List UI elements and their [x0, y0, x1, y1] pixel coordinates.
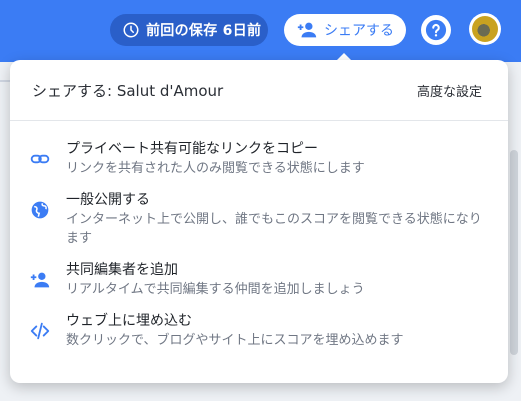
share-option-desc: リンクを共有された人のみ閲覧できる状態にします [66, 161, 365, 176]
share-option-title: 一般公開する [66, 192, 150, 208]
share-option-add-collaborator[interactable]: 共同編集者を追加 リアルタイムで共同編集する仲間を追加しましょう [10, 254, 508, 305]
share-menu: シェアする: Salut d'Amour 高度な設定 プライベート共有可能なリン… [10, 60, 508, 383]
share-option-embed[interactable]: ウェブ上に埋め込む 数クリックで、ブログやサイト上にスコアを埋め込めます [10, 305, 508, 356]
add-person-icon [297, 22, 317, 38]
share-option-public[interactable]: 一般公開する インターネット上で公開し、誰でもこのスコアを閲覧できる状態になりま… [10, 184, 508, 254]
user-avatar[interactable] [469, 13, 501, 45]
share-option-copy-link[interactable]: プライベート共有可能なリンクをコピー リンクを共有された人のみ閲覧できる状態にし… [10, 133, 508, 184]
share-option-title: プライベート共有可能なリンクをコピー [66, 141, 318, 157]
share-button[interactable]: シェアする [284, 14, 406, 46]
link-icon [28, 147, 52, 171]
globe-icon [28, 198, 52, 222]
share-menu-title: シェアする: Salut d'Amour [32, 81, 224, 100]
share-option-desc: インターネット上で公開し、誰でもこのスコアを閲覧できる状態になります [66, 212, 482, 246]
share-menu-header: シェアする: Salut d'Amour 高度な設定 [10, 60, 508, 121]
code-icon [28, 319, 52, 343]
save-status-badge[interactable]: 前回の保存 6日前 [110, 14, 268, 46]
save-status-text: 前回の保存 6日前 [146, 23, 262, 39]
background-divider [0, 80, 10, 82]
avatar-image [472, 16, 498, 42]
background-scrollbar[interactable] [510, 150, 518, 355]
add-person-icon [28, 268, 52, 292]
share-option-desc: 数クリックで、ブログやサイト上にスコアを埋め込めます [66, 333, 404, 348]
share-option-title: ウェブ上に埋め込む [66, 313, 192, 329]
help-icon [425, 19, 447, 41]
top-bar: 前回の保存 6日前 シェアする [0, 0, 521, 62]
advanced-settings-link[interactable]: 高度な設定 [417, 81, 482, 100]
clock-icon [123, 22, 139, 38]
share-option-title: 共同編集者を追加 [66, 262, 178, 278]
help-button[interactable] [421, 15, 451, 45]
share-option-desc: リアルタイムで共同編集する仲間を追加しましょう [66, 282, 365, 297]
share-button-label: シェアする [324, 23, 394, 39]
